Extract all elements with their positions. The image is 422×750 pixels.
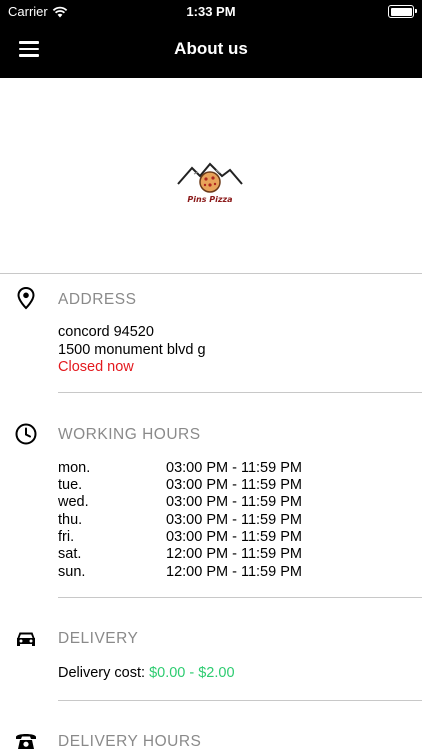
day-label: thu. bbox=[58, 512, 83, 528]
day-label: fri. bbox=[58, 529, 75, 545]
delivery-cost-value: $0.00 - $2.00 bbox=[149, 665, 235, 681]
hours-value: 03:00 PM - 11:59 PM bbox=[166, 529, 302, 545]
restaurant-logo: Pins Pizza bbox=[177, 162, 243, 204]
logo-area: Pins Pizza bbox=[0, 78, 422, 273]
status-time: 1:33 PM bbox=[186, 4, 236, 19]
delivery-cost-label: Delivery cost: bbox=[58, 665, 146, 681]
clock-icon bbox=[15, 423, 37, 445]
top-bar: Carrier 1:33 PM About us bbox=[0, 0, 422, 78]
delivery-title: DELIVERY bbox=[58, 630, 139, 647]
address-title: ADDRESS bbox=[58, 291, 137, 308]
day-label: sun. bbox=[58, 564, 86, 580]
status-bar: Carrier 1:33 PM bbox=[0, 0, 422, 24]
day-label: wed. bbox=[58, 494, 89, 510]
location-pin-icon bbox=[17, 286, 35, 310]
hours-value: 03:00 PM - 11:59 PM bbox=[166, 494, 302, 510]
working-hours-title: WORKING HOURS bbox=[58, 426, 201, 443]
nav-bar: About us bbox=[0, 24, 422, 78]
hours-value: 03:00 PM - 11:59 PM bbox=[166, 460, 302, 476]
address-line-1: concord 94520 bbox=[58, 324, 154, 340]
hours-value: 12:00 PM - 11:59 PM bbox=[166, 564, 302, 580]
page-title: About us bbox=[174, 39, 248, 58]
divider bbox=[0, 273, 422, 274]
phone-icon bbox=[16, 734, 36, 749]
day-label: mon. bbox=[58, 460, 91, 476]
car-icon bbox=[17, 632, 35, 646]
delivery-cost: Delivery cost: $0.00 - $2.00 bbox=[58, 665, 235, 681]
hours-value: 03:00 PM - 11:59 PM bbox=[166, 477, 302, 493]
day-label: tue. bbox=[58, 477, 83, 493]
divider bbox=[58, 700, 422, 701]
delivery-hours-title: DELIVERY HOURS bbox=[58, 733, 202, 750]
hours-value: 12:00 PM - 11:59 PM bbox=[166, 546, 302, 562]
divider bbox=[58, 597, 422, 598]
open-status: Closed now bbox=[58, 359, 134, 375]
battery-icon bbox=[388, 5, 417, 18]
hours-value: 03:00 PM - 11:59 PM bbox=[166, 512, 302, 528]
divider bbox=[58, 392, 422, 393]
address-line-2: 1500 monument blvd g bbox=[58, 342, 206, 358]
day-label: sat. bbox=[58, 546, 82, 562]
logo-text: Pins Pizza bbox=[187, 195, 232, 204]
